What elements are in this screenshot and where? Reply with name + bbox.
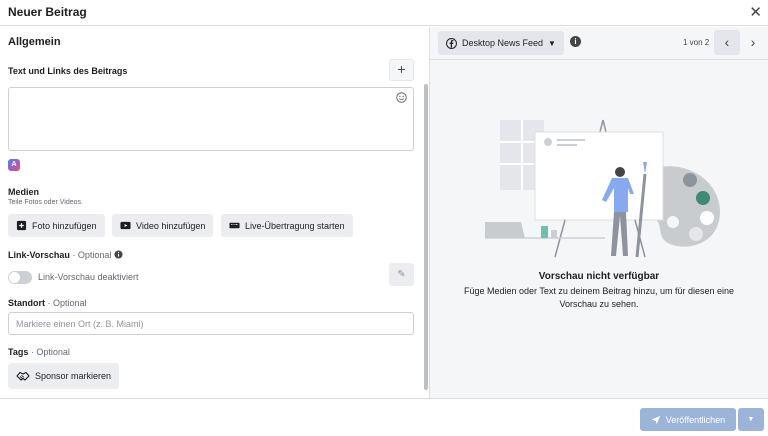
location-label: Standort · Optional [8,298,87,308]
emoji-icon[interactable] [396,92,407,103]
ai-text-icon[interactable]: A [8,159,20,171]
preview-illustration [485,119,720,258]
add-video-button[interactable]: Video hinzufügen [112,214,214,237]
tag-sponsor-label: Sponsor markieren [35,371,112,381]
placement-label: Desktop News Feed [462,38,544,48]
preview-panel: Desktop News Feed ▼ i 1 von 2 ‹ › Vorsch… [430,27,768,398]
pager-text: 1 von 2 [683,38,710,47]
link-preview-toggle[interactable] [8,271,32,284]
section-title: Allgemein [8,36,61,48]
chevron-left-icon: ‹ [724,34,730,50]
video-icon [120,221,131,230]
pencil-icon: ✎ [397,269,406,280]
placement-dropdown[interactable]: Desktop News Feed ▼ [438,31,564,55]
add-video-label: Video hinzufügen [136,220,206,231]
location-input-wrap [8,312,414,335]
close-icon[interactable]: ✕ [749,3,762,21]
link-preview-optional: · Optional [72,250,112,260]
tags-label: Tags · Optional [8,347,70,357]
live-icon [229,222,240,229]
link-preview-label: Link-Vorschau · Optional [8,250,123,260]
add-text-button[interactable]: + [389,59,414,81]
tag-sponsor-button[interactable]: Sponsor markieren [8,363,120,389]
handshake-icon [16,371,30,381]
start-live-button[interactable]: Live-Übertragung starten [221,214,353,237]
facebook-icon [446,37,457,49]
photo-add-icon [16,220,27,231]
start-live-label: Live-Übertragung starten [245,220,345,231]
next-button[interactable]: › [740,30,766,55]
post-text-field[interactable] [8,87,414,151]
publish-label: Veröffentlichen [665,414,726,425]
info-icon[interactable] [114,250,123,259]
dialog-header: Neuer Beitrag ✕ [0,0,768,26]
prev-button[interactable]: ‹ [714,30,740,55]
location-label-text: Standort [8,298,45,308]
form-panel: Allgemein Text und Links des Beitrags + … [0,27,424,398]
preview-unavailable-text: Füge Medien oder Text zu deinem Beitrag … [464,286,734,309]
caret-down-icon: ▼ [747,416,755,423]
edit-link-button[interactable]: ✎ [389,263,414,286]
dialog-footer: Veröffentlichen ▼ [0,398,768,436]
info-icon[interactable]: i [570,36,581,47]
preview-unavailable-title: Vorschau nicht verfügbar [538,271,660,282]
add-photo-label: Foto hinzufügen [32,220,97,231]
plus-icon: + [397,61,406,77]
caret-down-icon: ▼ [548,38,556,48]
preview-toolbar: Desktop News Feed ▼ i 1 von 2 ‹ › [430,27,768,60]
form-scrollbar[interactable] [424,84,428,390]
location-optional: · Optional [47,298,87,308]
dialog-title: Neuer Beitrag [8,5,87,19]
location-input[interactable] [9,313,413,334]
publish-options-button[interactable]: ▼ [738,408,764,431]
link-preview-toggle-label: Link-Vorschau deaktiviert [38,272,139,282]
send-icon [651,415,660,424]
text-links-label: Text und Links des Beitrags [8,66,128,76]
add-photo-button[interactable]: Foto hinzufügen [8,214,105,237]
chevron-right-icon: › [750,34,756,50]
link-preview-label-text: Link-Vorschau [8,250,70,260]
media-sub: Teile Fotos oder Videos. [8,199,83,206]
tags-label-text: Tags [8,347,29,357]
tags-optional: · Optional [30,347,70,357]
media-label: Medien [8,187,40,197]
publish-button[interactable]: Veröffentlichen [640,408,736,431]
